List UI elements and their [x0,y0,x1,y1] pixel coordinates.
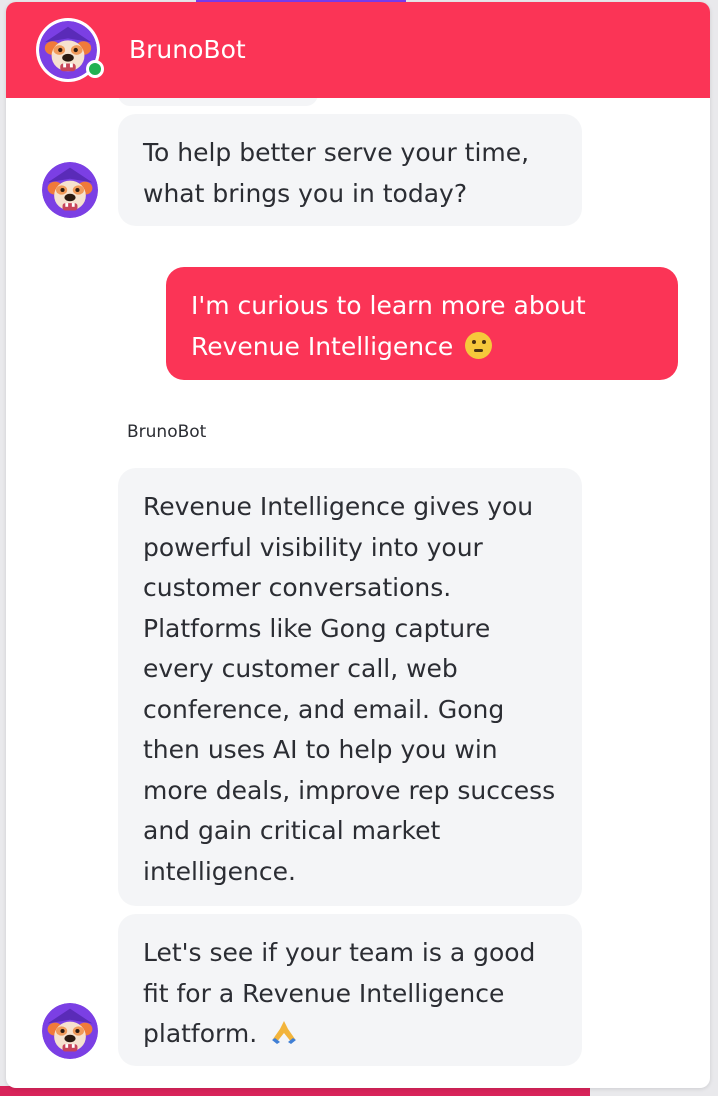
sender-label: BrunoBot [127,422,207,442]
bot-name-title: BrunoBot [129,35,246,64]
chat-header: BrunoBot [6,2,710,98]
user-message: I'm curious to learn more about Revenue … [166,267,678,380]
folded-hands-icon [272,1021,297,1044]
message-text: Let's see if your team is a good fit for… [143,938,536,1048]
thinking-face-icon [465,331,493,359]
message-text: I'm curious to learn more about Revenue … [191,291,586,361]
message-list[interactable]: To help better serve your time, what bri… [6,2,710,1088]
message-text: To help better serve your time, what bri… [143,138,530,208]
bot-message: To help better serve your time, what bri… [118,114,582,226]
chat-widget: To help better serve your time, what bri… [6,2,710,1088]
bot-avatar [42,162,98,218]
bot-message: Revenue Intelligence gives you powerful … [118,468,582,906]
bulldog-avatar-icon [42,1003,98,1059]
bot-profile-avatar[interactable] [36,18,104,82]
message-text: Revenue Intelligence gives you powerful … [143,492,556,886]
bot-avatar [42,1003,98,1059]
bulldog-avatar-icon [42,162,98,218]
bot-message: Let's see if your team is a good fit for… [118,914,582,1066]
online-status-indicator [86,60,104,78]
